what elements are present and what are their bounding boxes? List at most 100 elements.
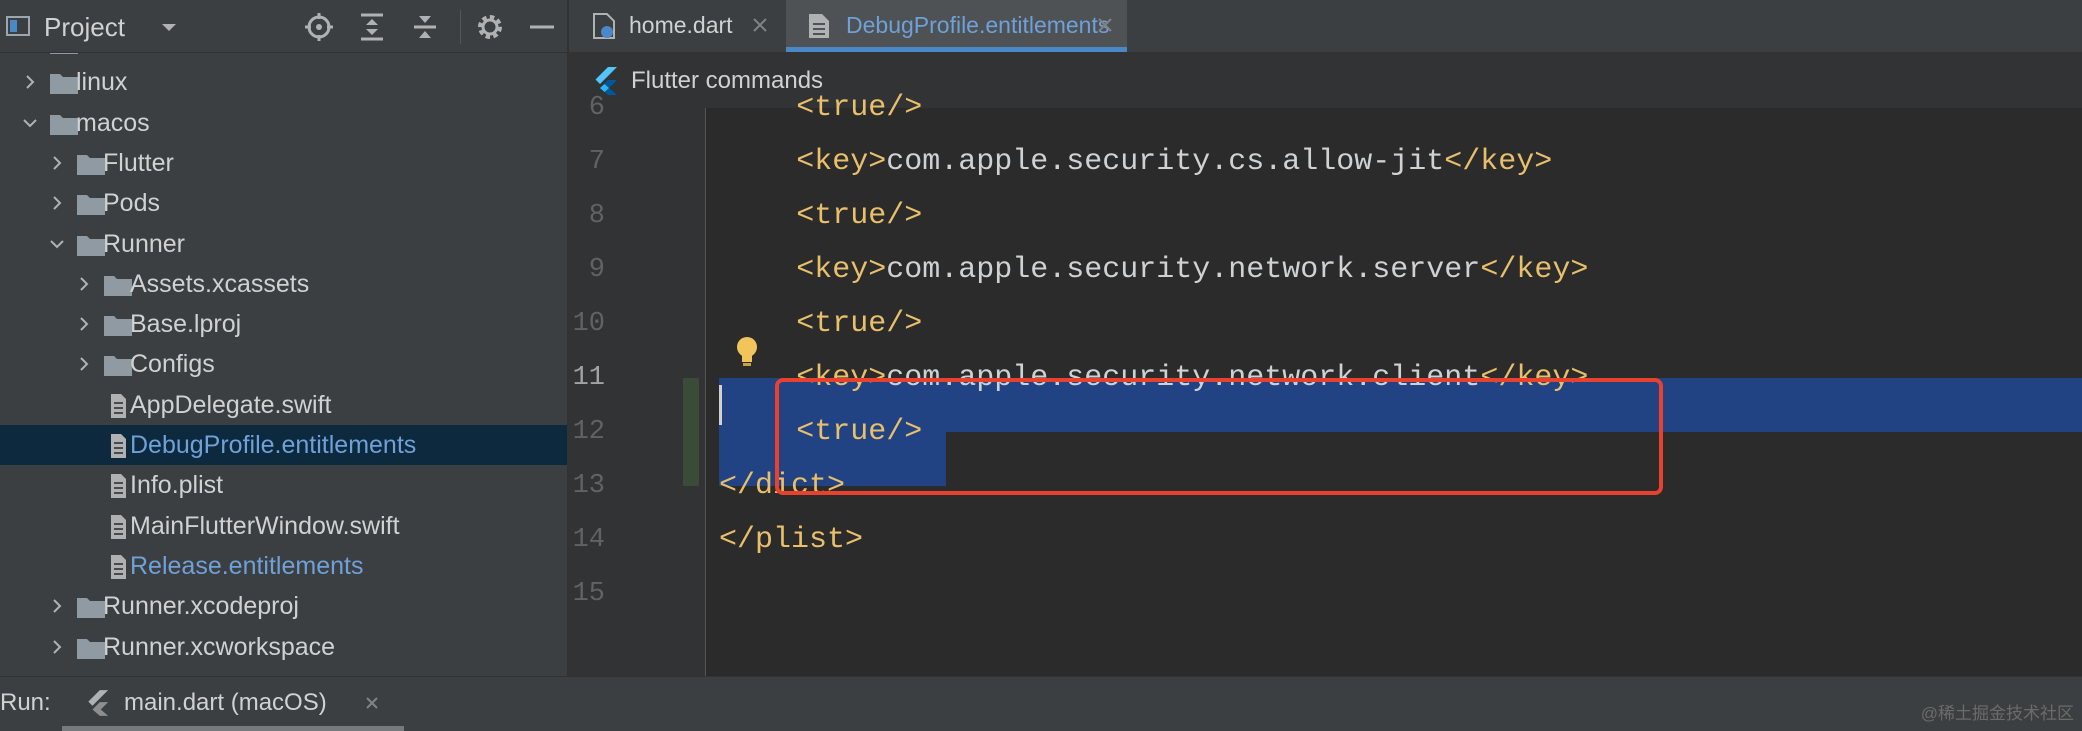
tree-folder-item[interactable]: Flutter (0, 143, 567, 183)
run-tool-window-bar: Run: main.dart (macOS) @稀土掘金技术社区 (0, 676, 2082, 731)
flutter-icon (88, 690, 109, 716)
folder-icon (77, 235, 105, 256)
line-number: 6 (588, 93, 605, 123)
folder-icon (77, 154, 105, 175)
line-number: 15 (572, 579, 605, 609)
tree-item-label: Base.lproj (130, 310, 242, 339)
active-tab-indicator (786, 47, 1127, 52)
chevron-right-icon[interactable] (76, 316, 92, 332)
close-icon[interactable] (364, 695, 380, 711)
tree-file-item[interactable]: MainFlutterWindow.swift (0, 506, 567, 546)
vcs-change-marker (683, 378, 699, 486)
project-panel: Project linux macos Flutter Pods Runner … (0, 0, 569, 676)
file-icon (111, 514, 126, 539)
tree-file-item[interactable]: AppDelegate.swift (0, 385, 567, 425)
tree-folder-item[interactable]: Runner.xcodeproj (0, 586, 567, 626)
code-line[interactable]: <true/> (796, 189, 922, 243)
tree-item-label: linux (76, 68, 128, 97)
project-panel-header: Project (0, 0, 567, 53)
gear-icon[interactable] (474, 11, 506, 43)
tree-item-label: DebugProfile.entitlements (130, 431, 417, 459)
tree-file-item[interactable]: Release.entitlements (0, 546, 567, 586)
line-number: 12 (572, 417, 605, 447)
chevron-down-icon[interactable] (158, 16, 180, 38)
chevron-right-icon[interactable] (49, 639, 65, 655)
project-panel-title[interactable]: Project (44, 12, 125, 43)
folder-icon (50, 74, 78, 95)
tree-item-label: Runner.xcworkspace (103, 632, 336, 661)
line-number: 9 (588, 255, 605, 285)
run-tab-main-dart[interactable]: main.dart (macOS) (62, 677, 404, 731)
tree-folder-item[interactable]: Pods (0, 183, 567, 223)
editor-tab-bar: home.dart DebugProfile.entitlements (569, 0, 2082, 53)
flutter-commands-link[interactable]: Flutter commands (631, 67, 823, 95)
tab-home-dart[interactable]: home.dart (569, 0, 783, 52)
code-line[interactable]: <true/> (796, 297, 922, 351)
close-icon[interactable] (751, 16, 769, 34)
tree-folder-item[interactable]: Runner.xcworkspace (0, 627, 567, 667)
tree-folder-item[interactable]: Configs (0, 344, 567, 384)
folder-icon (104, 275, 132, 296)
chevron-down-icon[interactable] (22, 115, 38, 131)
chevron-right-icon[interactable] (22, 74, 38, 90)
folder-icon (104, 356, 132, 377)
text-caret (719, 385, 722, 425)
gutter-divider (705, 108, 706, 676)
expand-all-icon[interactable] (356, 11, 388, 43)
code-line[interactable]: <true/> (796, 81, 922, 135)
minimize-icon[interactable] (526, 11, 558, 43)
project-view-icon (6, 16, 30, 36)
lightbulb-icon[interactable] (734, 335, 760, 369)
code-editor[interactable]: 6 <true/> 7 <key>com.apple.security.cs.allo… (569, 91, 2082, 676)
run-tab-label: main.dart (macOS) (124, 689, 327, 716)
chevron-right-icon[interactable] (49, 598, 65, 614)
code-line[interactable]: </plist> (719, 513, 863, 567)
tree-item-label: MainFlutterWindow.swift (130, 511, 400, 540)
active-run-tab-indicator (62, 726, 404, 731)
chevron-right-icon[interactable] (76, 356, 92, 372)
annotation-highlight-box (775, 378, 1663, 495)
run-label: Run: (0, 689, 51, 716)
code-line[interactable]: <key>com.apple.security.cs.allow-jit</ke… (796, 135, 1552, 189)
dart-file-icon (593, 13, 615, 39)
tree-folder-item[interactable]: Base.lproj (0, 304, 567, 344)
file-icon (111, 474, 126, 499)
tree-folder-item[interactable]: Assets.xcassets (0, 264, 567, 304)
entitlements-file-icon (809, 14, 829, 38)
locate-file-icon[interactable] (303, 11, 335, 43)
file-icon (111, 393, 126, 418)
chevron-right-icon[interactable] (49, 155, 65, 171)
tree-item-label: Assets.xcassets (130, 269, 310, 298)
line-number: 8 (588, 201, 605, 231)
folder-icon (77, 195, 105, 216)
line-number: 11 (572, 363, 605, 393)
tree-item-label: Pods (103, 189, 160, 218)
tab-label: home.dart (629, 12, 733, 38)
toolbar-divider (460, 10, 461, 44)
file-icon (111, 554, 126, 579)
folder-icon (50, 114, 78, 135)
folder-icon (77, 598, 105, 619)
tree-item-label: AppDelegate.swift (130, 390, 332, 419)
tree-folder-item[interactable]: macos (0, 103, 567, 143)
code-line[interactable]: <key>com.apple.security.network.server</… (796, 243, 1588, 297)
tree-file-item[interactable]: Info.plist (0, 465, 567, 505)
collapse-all-icon[interactable] (409, 11, 441, 43)
line-number: 10 (572, 309, 605, 339)
chevron-down-icon[interactable] (49, 236, 65, 252)
close-icon[interactable] (1096, 16, 1114, 34)
tab-label: DebugProfile.entitlements (846, 12, 1110, 38)
chevron-right-icon[interactable] (49, 195, 65, 211)
tree-item-label: Runner (103, 229, 185, 258)
file-icon (111, 434, 126, 458)
tree-item-label: Release.entitlements (130, 551, 364, 580)
tree-folder-item[interactable]: Runner (0, 224, 567, 264)
tree-item-label: Info.plist (130, 471, 224, 500)
tree-folder-item[interactable]: linux (0, 62, 567, 102)
line-number: 14 (572, 525, 605, 555)
tree-file-item[interactable]: DebugProfile.entitlements (0, 425, 567, 465)
line-number: 13 (572, 471, 605, 501)
chevron-right-icon[interactable] (76, 276, 92, 292)
tab-debugprofile-entitlements[interactable]: DebugProfile.entitlements (786, 0, 1127, 52)
tree-item-label: Configs (130, 350, 215, 379)
